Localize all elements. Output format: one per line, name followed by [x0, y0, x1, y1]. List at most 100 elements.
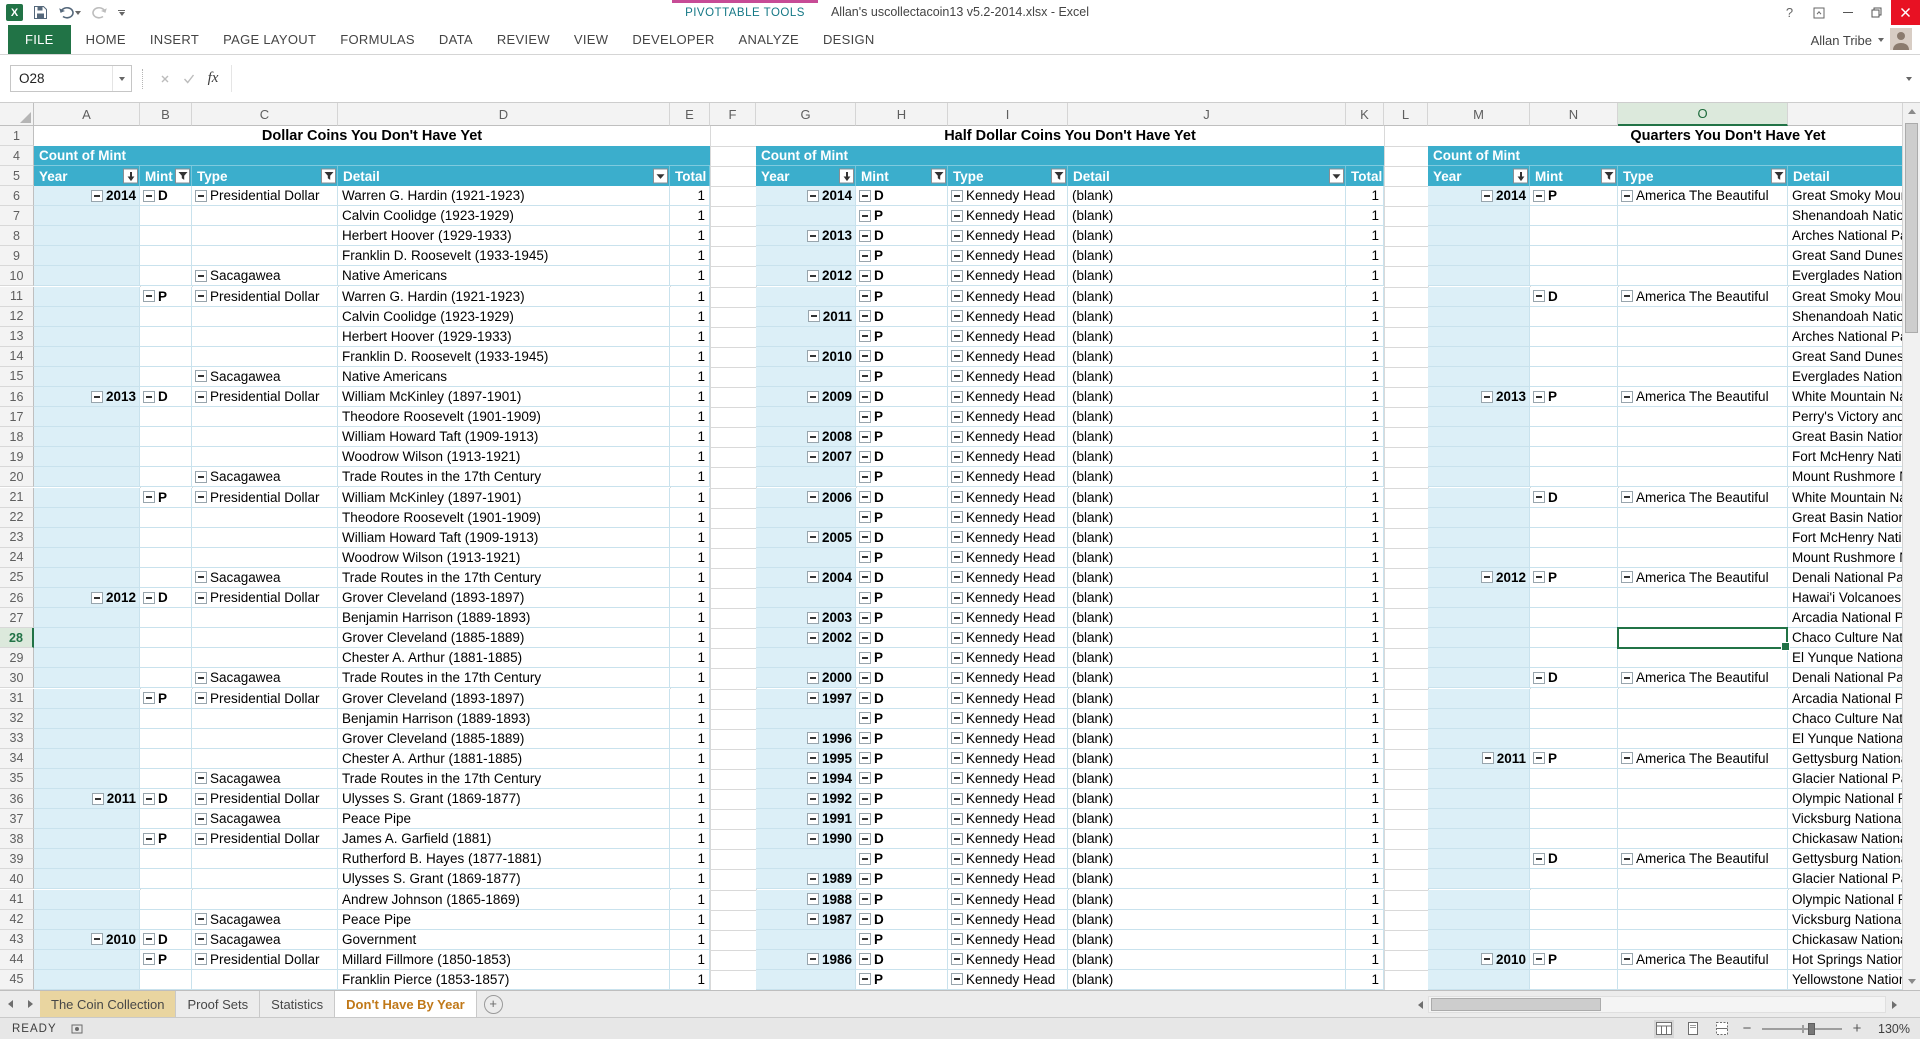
cell-A33[interactable] — [34, 729, 140, 749]
cell-O10[interactable] — [1618, 266, 1788, 286]
cell-N32[interactable] — [1530, 709, 1618, 729]
cell-I24[interactable]: Kennedy Head — [948, 548, 1068, 568]
cell-M14[interactable] — [1428, 347, 1530, 367]
collapse-button[interactable] — [807, 752, 819, 764]
cell-I26[interactable]: Kennedy Head — [948, 588, 1068, 608]
dropdown-button[interactable] — [1329, 169, 1344, 184]
cell-E41[interactable]: 1 — [670, 890, 710, 910]
collapse-button[interactable] — [195, 391, 207, 403]
collapse-button[interactable] — [859, 571, 871, 583]
cell-B19[interactable] — [140, 447, 192, 467]
cell-C12[interactable] — [192, 307, 338, 327]
collapse-button[interactable] — [143, 290, 155, 302]
column-header-E[interactable]: E — [670, 103, 710, 126]
collapse-button[interactable] — [951, 370, 963, 382]
row-header-11[interactable]: 11 — [0, 287, 34, 307]
cell-M17[interactable] — [1428, 407, 1530, 427]
cell-O7[interactable] — [1618, 206, 1788, 226]
cell-C6[interactable]: Presidential Dollar — [192, 186, 338, 206]
cell-A23[interactable] — [34, 528, 140, 548]
cell-E33[interactable]: 1 — [670, 729, 710, 749]
collapse-button[interactable] — [1621, 672, 1633, 684]
cell-H12[interactable]: D — [856, 307, 948, 327]
cell-E23[interactable]: 1 — [670, 528, 710, 548]
collapse-button[interactable] — [859, 953, 871, 965]
row-header-5[interactable]: 5 — [0, 166, 34, 186]
cell-N21[interactable]: D — [1530, 488, 1618, 508]
row-header-25[interactable]: 25 — [0, 568, 34, 588]
sort-button[interactable] — [123, 169, 138, 184]
pivot-field-header-mint[interactable]: Mint — [1530, 166, 1618, 186]
cell-G34[interactable]: 1995 — [756, 749, 856, 769]
cell-E39[interactable]: 1 — [670, 849, 710, 869]
cell-H27[interactable]: P — [856, 608, 948, 628]
cell-N45[interactable] — [1530, 970, 1618, 990]
cell-C25[interactable]: Sacagawea — [192, 568, 338, 588]
cell-C22[interactable] — [192, 508, 338, 528]
row-header-24[interactable]: 24 — [0, 548, 34, 568]
cell-O35[interactable] — [1618, 769, 1788, 789]
cell-N28[interactable] — [1530, 628, 1618, 648]
cell-O13[interactable] — [1618, 327, 1788, 347]
cell-K17[interactable]: 1 — [1346, 407, 1384, 427]
collapse-button[interactable] — [807, 531, 819, 543]
cell-M36[interactable] — [1428, 789, 1530, 809]
pivot-field-header-total[interactable]: Total — [1346, 166, 1384, 186]
cell-N25[interactable]: P — [1530, 568, 1618, 588]
collapse-button[interactable] — [951, 933, 963, 945]
cell-G40[interactable]: 1989 — [756, 869, 856, 889]
page-layout-view-button[interactable] — [1683, 1020, 1703, 1038]
cell-E29[interactable]: 1 — [670, 648, 710, 668]
cell-N11[interactable]: D — [1530, 287, 1618, 307]
collapse-button[interactable] — [1533, 672, 1545, 684]
cell-B45[interactable] — [140, 970, 192, 990]
column-header-D[interactable]: D — [338, 103, 670, 126]
cell-I45[interactable]: Kennedy Head — [948, 970, 1068, 990]
cell-O20[interactable] — [1618, 467, 1788, 487]
cell-G21[interactable]: 2006 — [756, 488, 856, 508]
collapse-button[interactable] — [807, 772, 819, 784]
filter-button[interactable] — [1601, 169, 1616, 184]
collapse-button[interactable] — [195, 813, 207, 825]
cell-E31[interactable]: 1 — [670, 689, 710, 709]
formula-bar-divider[interactable] — [142, 69, 143, 89]
cell-J16[interactable]: (blank) — [1068, 387, 1346, 407]
collapse-button[interactable] — [1481, 391, 1493, 403]
cell-H18[interactable]: P — [856, 427, 948, 447]
cell-K43[interactable]: 1 — [1346, 930, 1384, 950]
pivot-count-of-mint[interactable]: Count of Mint — [34, 146, 710, 166]
cell-G45[interactable] — [756, 970, 856, 990]
collapse-button[interactable] — [195, 491, 207, 503]
collapse-button[interactable] — [859, 973, 871, 985]
collapse-button[interactable] — [859, 793, 871, 805]
cell-A20[interactable] — [34, 467, 140, 487]
collapse-button[interactable] — [951, 411, 963, 423]
row-header-38[interactable]: 38 — [0, 829, 34, 849]
collapse-button[interactable] — [951, 973, 963, 985]
cell-D8[interactable]: Herbert Hoover (1929-1933) — [338, 226, 670, 246]
row-header-40[interactable]: 40 — [0, 869, 34, 889]
horizontal-scroll-track[interactable] — [1428, 996, 1886, 1013]
cell-H9[interactable]: P — [856, 246, 948, 266]
collapse-button[interactable] — [807, 672, 819, 684]
filter-button[interactable] — [321, 169, 336, 184]
cell-M32[interactable] — [1428, 709, 1530, 729]
row-header-41[interactable]: 41 — [0, 890, 34, 910]
cell-K18[interactable]: 1 — [1346, 427, 1384, 447]
cell-J7[interactable]: (blank) — [1068, 206, 1346, 226]
cell-M12[interactable] — [1428, 307, 1530, 327]
collapse-button[interactable] — [859, 270, 871, 282]
cell-M44[interactable]: 2010 — [1428, 950, 1530, 970]
cell-I11[interactable]: Kennedy Head — [948, 287, 1068, 307]
collapse-button[interactable] — [195, 833, 207, 845]
cell-M20[interactable] — [1428, 467, 1530, 487]
collapse-button[interactable] — [1533, 571, 1545, 583]
cell-B7[interactable] — [140, 206, 192, 226]
sheet-tab-proof-sets[interactable]: Proof Sets — [176, 991, 260, 1017]
ribbon-tab-review[interactable]: REVIEW — [485, 25, 562, 54]
cell-H36[interactable]: P — [856, 789, 948, 809]
cell-C34[interactable] — [192, 749, 338, 769]
cell-B25[interactable] — [140, 568, 192, 588]
cell-I19[interactable]: Kennedy Head — [948, 447, 1068, 467]
collapse-button[interactable] — [951, 893, 963, 905]
